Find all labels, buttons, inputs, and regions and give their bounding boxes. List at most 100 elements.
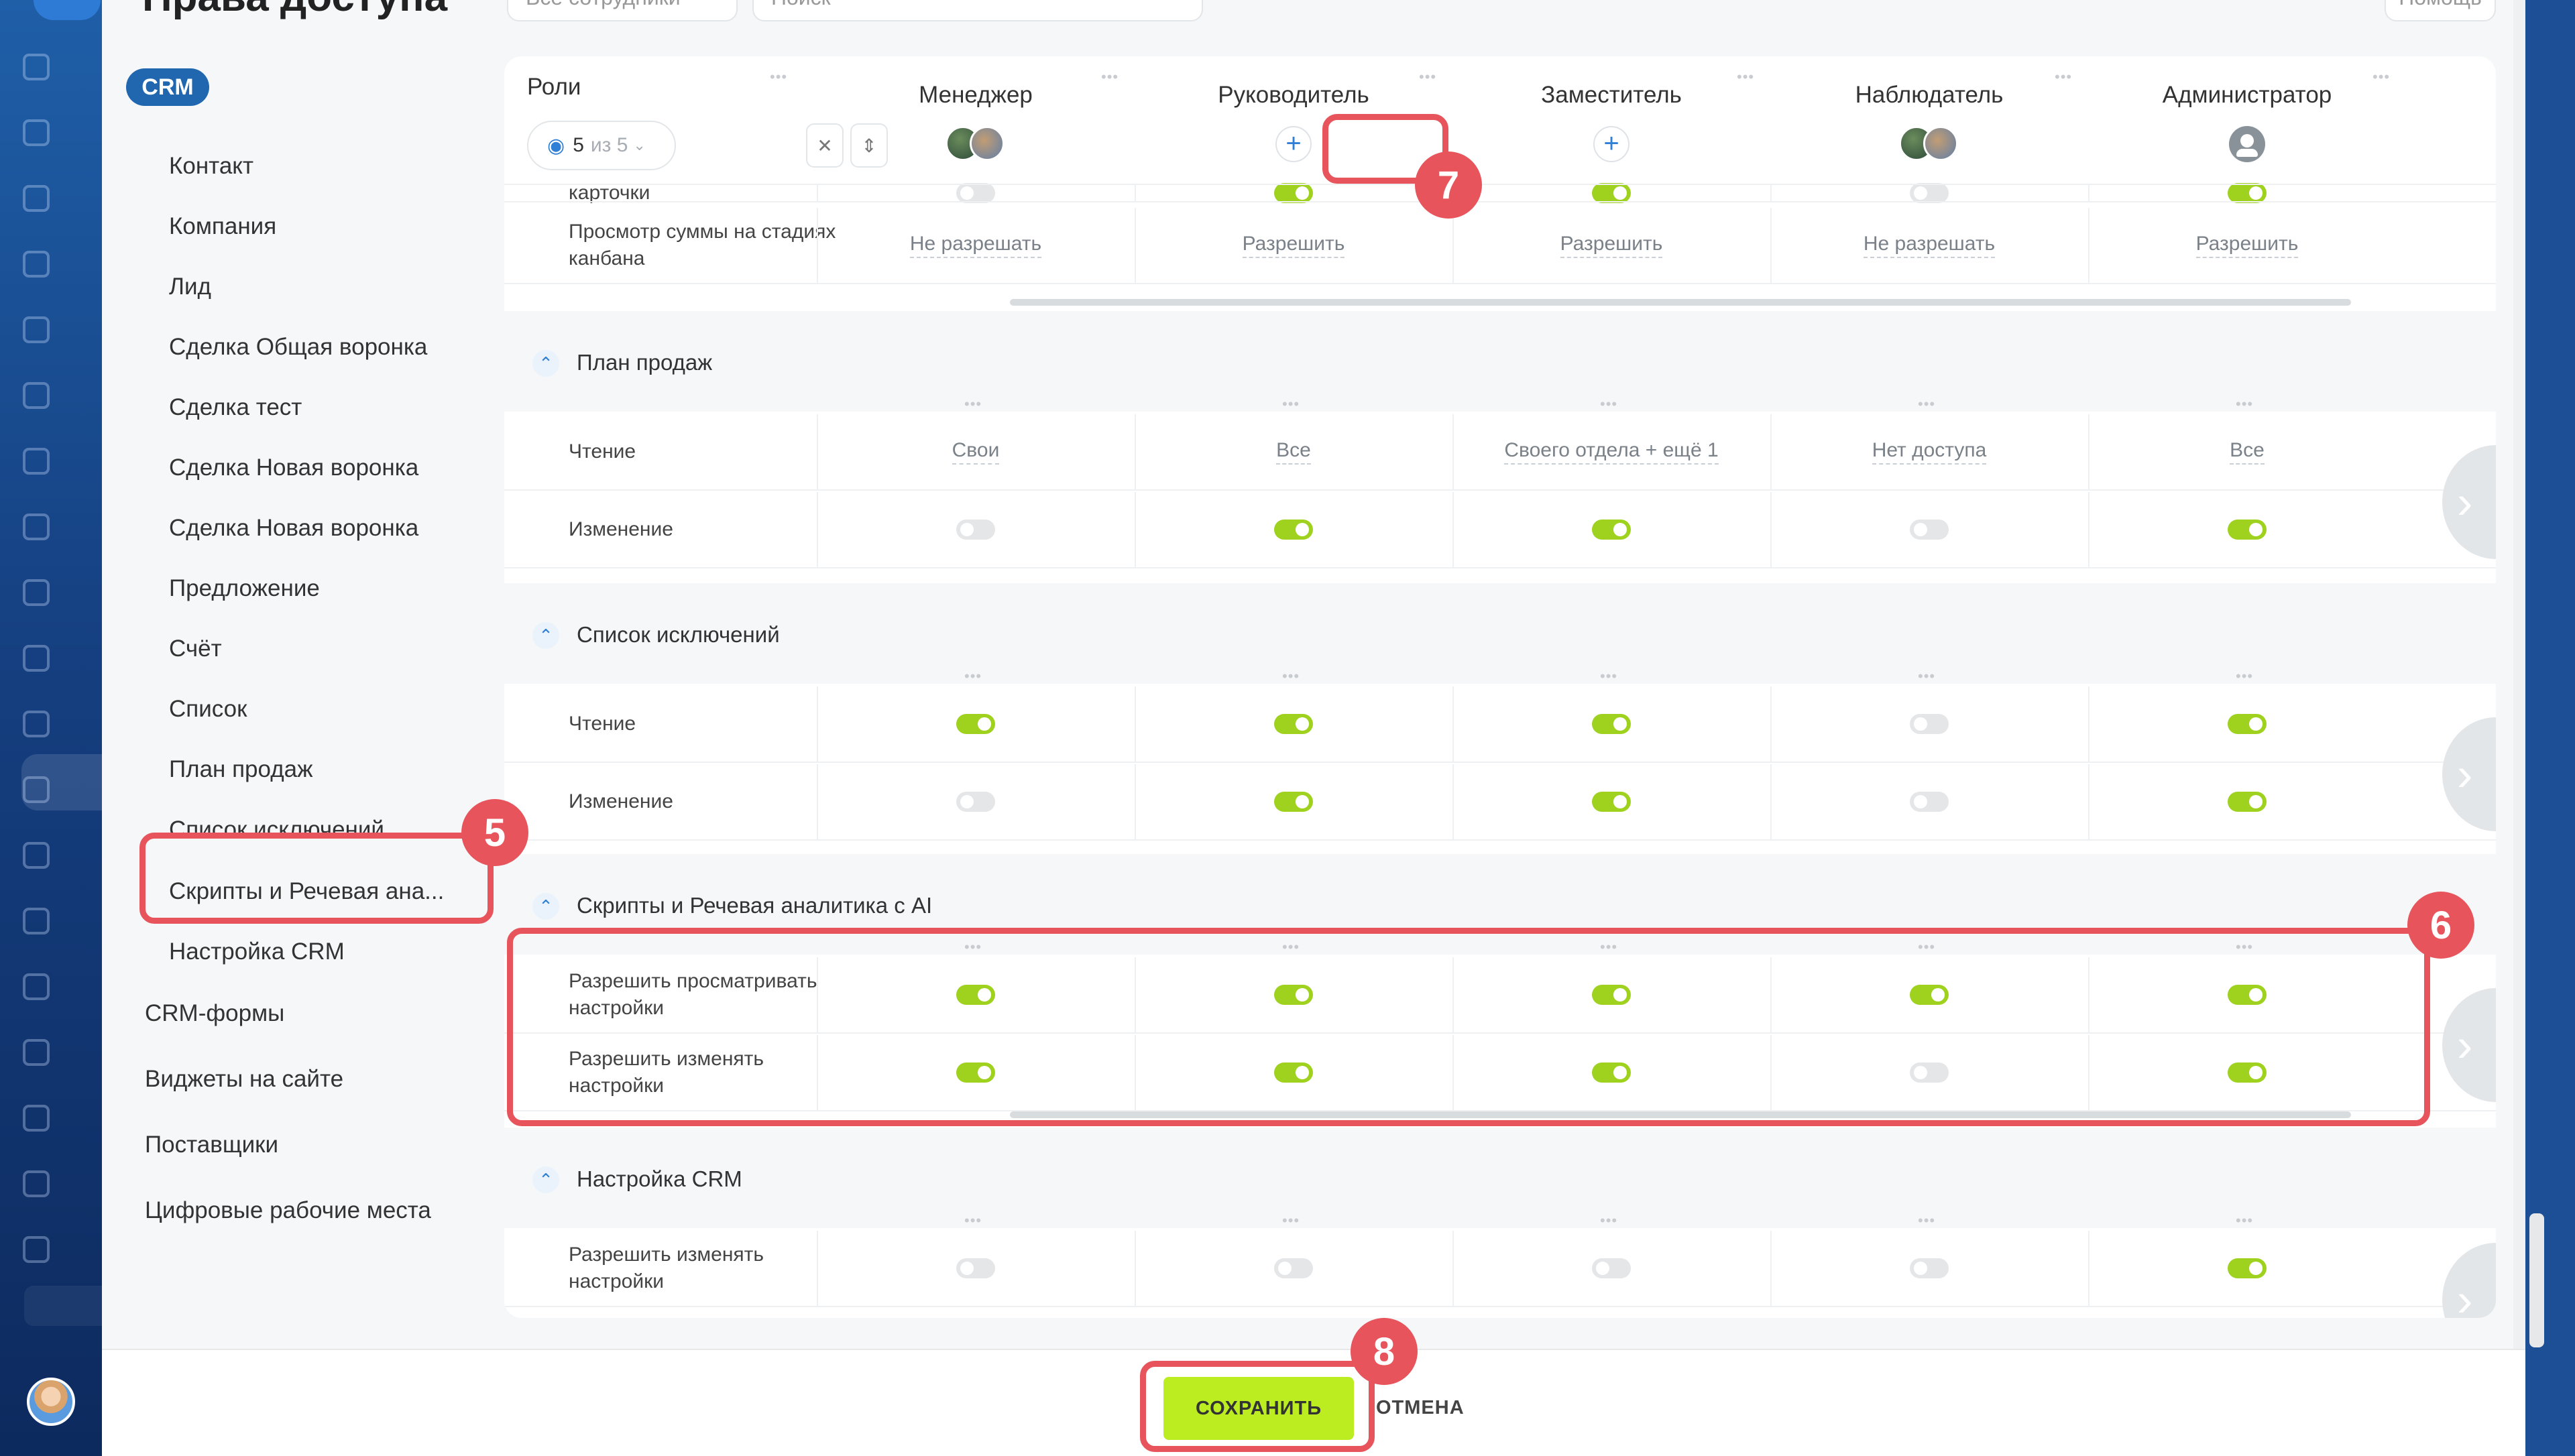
member-avatars[interactable] [1899,126,1959,162]
sidebar-item[interactable]: Поставщики [145,1132,278,1158]
sidebar-item[interactable]: Сделка тест [169,394,302,421]
app-sidebar-item[interactable] [23,113,102,153]
permission-cell[interactable] [1135,1231,1452,1306]
permission-value[interactable]: Не разрешать [909,233,1042,258]
column-menu-icon[interactable]: ••• [1101,68,1119,86]
sidebar-item[interactable]: Лид [169,274,211,300]
toggle-on[interactable] [956,714,995,734]
permission-value[interactable]: Своего отдела + ещё 1 [1504,439,1719,465]
section-header[interactable]: ⌃ Настройка CRM ••• ••• ••• ••• ••• [504,1128,2496,1229]
permission-value[interactable]: Все [2230,439,2265,465]
sidebar-item[interactable]: CRM-формы [145,1000,284,1027]
toggle-off[interactable] [1910,183,1949,203]
sidebar-item[interactable]: Сделка Новая воронка [169,454,418,481]
permission-cell[interactable] [1452,957,1770,1032]
app-sidebar-item[interactable] [23,310,102,350]
toggle-off[interactable] [1910,1258,1949,1278]
section-header[interactable]: ⌃ Список исключений ••• ••• ••• ••• ••• [504,583,2496,684]
permission-cell[interactable] [1770,764,2088,839]
permission-cell[interactable]: Разрешить [2088,208,2406,283]
app-sidebar-item[interactable] [23,901,102,941]
permission-cell[interactable] [817,183,1135,203]
app-sidebar-item[interactable] [23,1164,102,1204]
permission-cell[interactable] [817,1231,1135,1306]
horizontal-scrollbar[interactable] [1010,299,2351,306]
toggle-on[interactable] [2228,714,2267,734]
expand-icon[interactable]: ⇕ [850,123,888,168]
column-menu-icon[interactable]: ••• [2372,68,2390,86]
toggle-on[interactable] [956,985,995,1005]
permission-cell[interactable] [1452,1035,1770,1110]
toggle-on[interactable] [1910,985,1949,1005]
permission-cell[interactable] [2088,764,2406,839]
sidebar-item[interactable]: Виджеты на сайте [145,1066,343,1093]
permission-cell[interactable]: Свои [817,414,1135,489]
toggle-on[interactable] [1592,714,1631,734]
toggle-on[interactable] [1274,520,1313,540]
permission-cell[interactable] [1770,183,2088,203]
sidebar-item[interactable]: Список исключений [169,816,384,843]
permission-cell[interactable]: Не разрешать [817,208,1135,283]
section-header[interactable]: ⌃ Скрипты и Речевая аналитика с AI ••• ••• •… [504,854,2496,955]
scrollbar-thumb[interactable] [2529,1213,2544,1347]
permission-cell[interactable] [817,492,1135,567]
toggle-off[interactable] [956,792,995,812]
column-menu-icon[interactable]: ••• [770,68,787,86]
permission-cell[interactable] [817,1035,1135,1110]
toggle-off[interactable] [956,183,995,203]
search-input[interactable]: Поиск [752,0,1203,21]
permission-cell[interactable] [817,764,1135,839]
toggle-off[interactable] [1910,714,1949,734]
sidebar-item[interactable]: Сделка Новая воронка [169,515,418,542]
app-sidebar-item[interactable] [23,507,102,547]
sidebar-item[interactable]: Компания [169,213,276,240]
toggle-on[interactable] [1274,714,1313,734]
permission-cell[interactable]: Все [2088,414,2406,489]
app-sidebar-item[interactable] [23,47,102,87]
sidebar-item[interactable]: Скрипты и Речевая ана... [169,878,444,905]
toggle-off[interactable] [1910,520,1949,540]
panel-scrollbar[interactable] [2513,0,2525,1349]
permission-cell[interactable] [1770,1231,2088,1306]
app-sidebar-item[interactable] [23,178,102,219]
toggle-on[interactable] [1592,1063,1631,1083]
sidebar-item[interactable]: Предложение [169,575,320,602]
permission-cell[interactable] [1452,686,1770,762]
member-avatars[interactable] [946,126,1006,162]
permission-cell[interactable] [817,686,1135,762]
permission-value[interactable]: Разрешить [2195,233,2299,258]
toggle-off[interactable] [956,1258,995,1278]
sidebar-item[interactable]: Список [169,696,247,723]
toggle-off[interactable] [1910,1063,1949,1083]
permission-cell[interactable] [2088,1035,2406,1110]
permission-value[interactable]: Разрешить [1560,233,1663,258]
add-member-button[interactable]: + [1593,126,1629,162]
permission-cell[interactable] [1770,686,2088,762]
toggle-on[interactable] [1592,520,1631,540]
permission-cell[interactable]: Своего отдела + ещё 1 [1452,414,1770,489]
permission-value[interactable]: Все [1276,439,1311,465]
toggle-off[interactable] [1274,1258,1313,1278]
permission-cell[interactable] [2088,1231,2406,1306]
app-sidebar-item[interactable] [23,1098,102,1138]
column-menu-icon[interactable]: ••• [2055,68,2072,86]
permission-value[interactable]: Свои [952,439,1000,465]
permission-cell[interactable] [1135,183,1452,203]
next-columns-arrow[interactable]: › [2442,988,2496,1102]
horizontal-scrollbar[interactable] [1010,1111,2351,1118]
permission-cell[interactable] [1452,764,1770,839]
window-scrollbar[interactable] [2525,0,2575,1456]
chevron-up-icon[interactable]: ⌃ [532,893,559,920]
permission-cell[interactable] [2088,686,2406,762]
app-sidebar-item[interactable] [23,638,102,678]
permission-cell[interactable] [1135,764,1452,839]
app-sidebar-item[interactable] [23,375,102,416]
permission-cell[interactable] [1452,183,1770,203]
toggle-on[interactable] [1592,183,1631,203]
column-menu-icon[interactable]: ••• [1419,68,1436,86]
permission-cell[interactable] [1135,957,1452,1032]
roles-filter[interactable]: ◉ 5 из 5 ⌄ [527,121,676,170]
sidebar-item[interactable]: Контакт [169,153,253,180]
app-sidebar-item[interactable] [23,572,102,613]
permission-cell[interactable] [1135,492,1452,567]
